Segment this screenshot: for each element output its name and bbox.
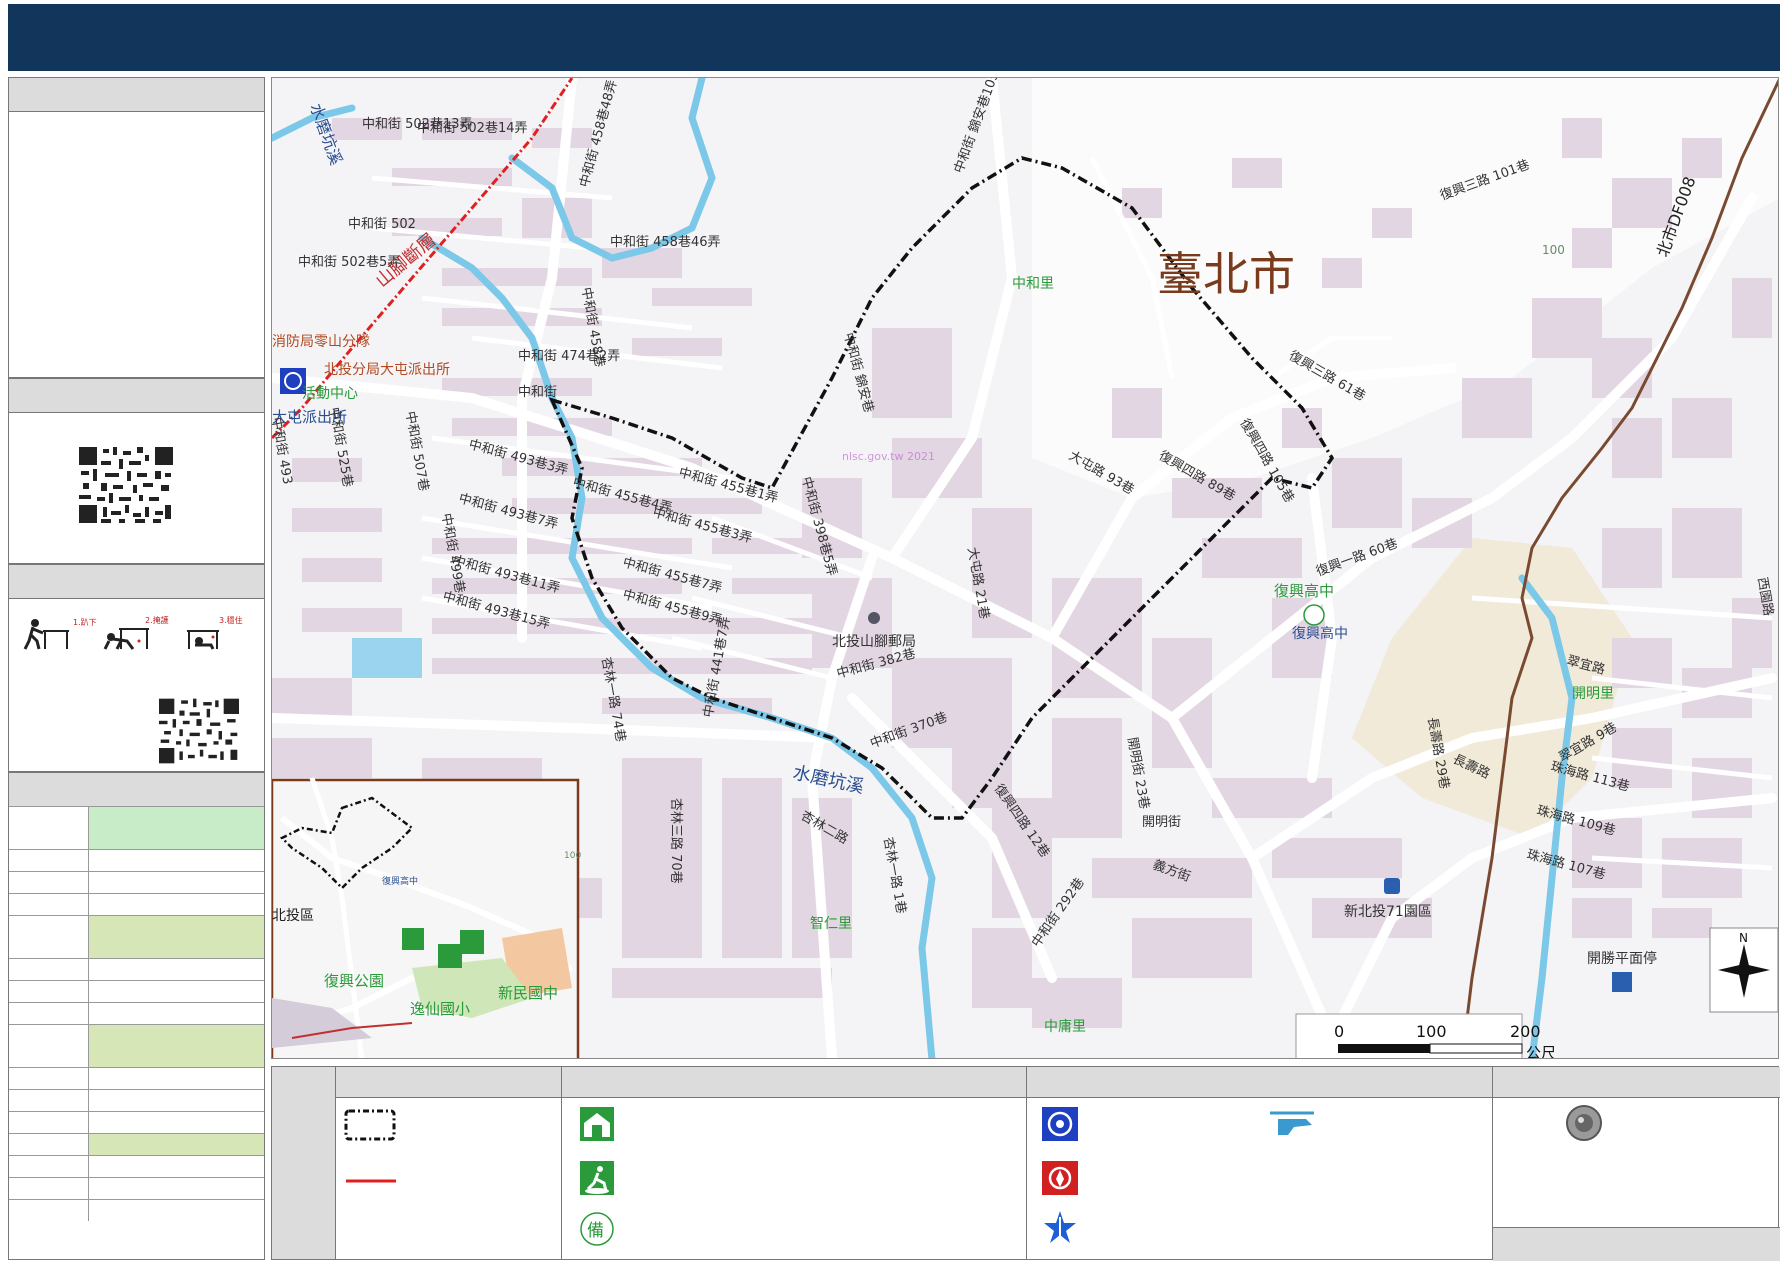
scale-tick: 200 <box>1510 1022 1541 1041</box>
table-row <box>9 1067 264 1089</box>
city-label: 臺北市 <box>1157 247 1295 301</box>
post-office-label: 北投山腳郵局 <box>832 634 916 650</box>
map-canvas[interactable]: 臺北市 nlsc.gov.tw 2021 山腳斷層 水磨坑溪 水磨坑溪 北市DF… <box>272 78 1779 1059</box>
road-label: 開明街 <box>1142 815 1181 830</box>
activity-center-label: 活動中心 <box>302 386 358 402</box>
medical-icon <box>1044 1211 1076 1243</box>
post-office-icon[interactable] <box>868 612 880 624</box>
road-label: 杏林三路 70巷 <box>668 798 684 884</box>
legend-symbols: 備 <box>344 1105 1602 1246</box>
elevation-label: 100 <box>1542 243 1565 257</box>
outdoor-shelter-icon <box>580 1161 614 1195</box>
qr-code-icon[interactable] <box>159 693 239 769</box>
park-zone-icon[interactable] <box>1384 878 1400 894</box>
table-row <box>9 849 264 871</box>
title-bar <box>8 4 1780 71</box>
helicopter-icon <box>1270 1111 1314 1135</box>
panel-header <box>9 773 264 807</box>
village-label: 智仁里 <box>810 916 852 932</box>
inset-label: 100 <box>564 851 581 861</box>
road-label: 中和街 458巷46弄 <box>610 235 721 250</box>
scale-bar: 0 100 200 公尺 <box>1295 1013 1556 1059</box>
panel-header <box>9 565 264 599</box>
info-panel-notes <box>8 77 265 378</box>
indoor-shelter-icon[interactable] <box>438 944 462 968</box>
inset-label: 新民國中 <box>498 984 558 1002</box>
reserve-shelter-icon: 備 <box>580 1212 614 1246</box>
qr-code-icon[interactable] <box>79 447 173 523</box>
scale-unit: 公尺 <box>1526 1044 1556 1059</box>
svg-text:備: 備 <box>587 1221 604 1241</box>
road-label: 中和街 錦安巷 <box>840 331 877 414</box>
parking-icon[interactable] <box>1612 972 1632 992</box>
reserve-shelter-icon[interactable] <box>1303 604 1325 626</box>
info-panel-quake-actions: 1.趴下 2.掩護 3.穩住 <box>8 564 265 772</box>
road-label: 中和街 507巷 <box>402 410 431 492</box>
indoor-shelter-icon[interactable] <box>460 930 484 954</box>
scale-tick: 100 <box>1416 1022 1447 1041</box>
inset-label: 北投區 <box>272 908 314 924</box>
fire-station-label: 消防局零山分隊 <box>272 334 370 350</box>
table-row <box>9 915 264 958</box>
table-row <box>9 806 264 849</box>
boundary-legend-icon <box>344 1109 396 1141</box>
road-label: 開明街 23巷 <box>1124 736 1151 810</box>
road-label: 杏林一路 1巷 <box>880 836 909 915</box>
school-label: 復興高中 <box>1274 582 1334 600</box>
fire-station-icon <box>1042 1161 1078 1195</box>
village-label: 開明里 <box>1572 686 1614 702</box>
panel-header <box>9 379 264 413</box>
inset-label: 復興高中 <box>382 875 418 887</box>
police-icon <box>1042 1107 1078 1141</box>
table-row <box>9 1177 264 1199</box>
north-arrow-icon: N <box>1709 927 1778 1013</box>
police-station-label: 北投分局大屯派出所 <box>324 362 450 378</box>
table-row <box>9 871 264 893</box>
info-panel-qr <box>8 378 265 564</box>
scale-tick: 0 <box>1334 1022 1344 1041</box>
parking-label: 開勝平面停 <box>1587 950 1657 967</box>
panel-header <box>9 78 264 112</box>
road-label: 中和街 502 <box>348 217 416 232</box>
table-row <box>9 1199 264 1221</box>
legend: 備 <box>271 1066 1780 1261</box>
park-zone-label: 新北投71園區 <box>1344 904 1432 920</box>
left-info-column: 1.趴下 2.掩護 3.穩住 <box>8 77 265 1260</box>
road-label: 中和街 502巷5弄 <box>298 255 400 270</box>
step3-label: 3.穩住 <box>219 615 243 625</box>
north-label: N <box>1739 931 1748 945</box>
road-label: 中和街 502巷14弄 <box>417 121 528 136</box>
siren-icon <box>1566 1105 1602 1141</box>
table-row <box>9 1155 264 1177</box>
watermark: nlsc.gov.tw 2021 <box>842 450 935 463</box>
table-row <box>9 980 264 1002</box>
indoor-shelter-icon <box>580 1107 614 1141</box>
info-panel-contact-table <box>8 772 265 1260</box>
inset-label: 復興公園 <box>324 972 384 990</box>
road-label: 中和街 474巷2弄 <box>518 349 620 364</box>
river-label: 水磨坑溪 <box>791 762 866 798</box>
table-row <box>9 1111 264 1133</box>
table-row <box>9 893 264 915</box>
table-row <box>9 1002 264 1024</box>
inset-map[interactable]: 復興高中 北投區 100 復興公園 逸仙國小 新民國中 <box>272 777 581 1059</box>
village-label: 中庸里 <box>1044 1018 1086 1035</box>
road-label: 中和街 <box>518 385 557 400</box>
step1-label: 1.趴下 <box>73 618 97 627</box>
main-map[interactable]: 臺北市 nlsc.gov.tw 2021 山腳斷層 水磨坑溪 水磨坑溪 北市DF… <box>271 77 1779 1059</box>
table-row <box>9 958 264 980</box>
outdoor-shelter-icon[interactable] <box>402 928 424 950</box>
village-label: 中和里 <box>1012 276 1054 292</box>
step2-label: 2.掩護 <box>145 615 169 625</box>
drop-cover-holdon-illustration: 1.趴下 2.掩護 3.穩住 <box>23 615 243 650</box>
school-label-2: 復興高中 <box>1292 625 1348 642</box>
table-row <box>9 1133 264 1155</box>
table-row <box>9 1089 264 1111</box>
inset-label: 逸仙國小 <box>410 1000 470 1018</box>
table-row <box>9 1024 264 1067</box>
road-label: 中和街 493 <box>272 416 295 486</box>
